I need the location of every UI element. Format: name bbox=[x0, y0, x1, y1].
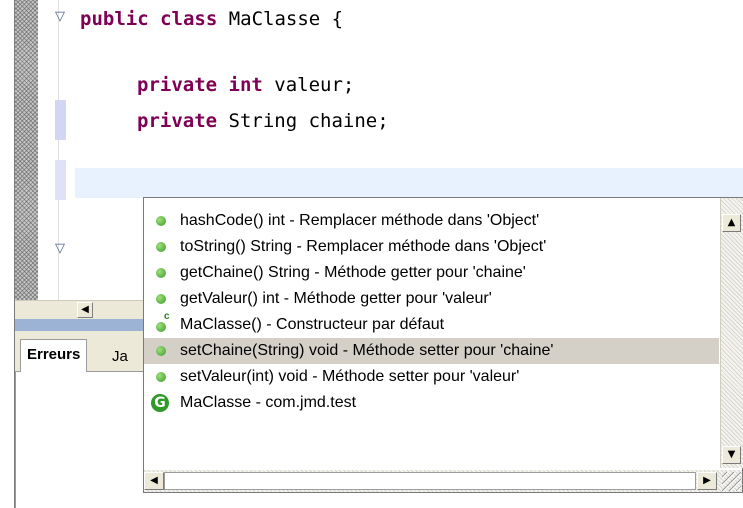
resize-grip-icon[interactable] bbox=[722, 472, 741, 491]
editor-folding-gutter bbox=[38, 0, 59, 318]
keyword-private: private bbox=[137, 110, 218, 132]
completion-item-label: setChaine(String) void - Méthode setter … bbox=[180, 342, 554, 359]
editor-overview-ruler bbox=[15, 0, 39, 318]
line-change-marker bbox=[55, 160, 66, 200]
completion-item[interactable]: hashCode() int - Remplacer méthode dans … bbox=[144, 208, 719, 234]
popup-horizontal-scrollbar[interactable]: ◀ ▶ bbox=[144, 470, 742, 492]
class-icon: G bbox=[151, 394, 169, 412]
method-icon bbox=[156, 216, 166, 226]
completion-item[interactable]: toString() String - Remplacer méthode da… bbox=[144, 234, 719, 260]
code-line-field-valeur[interactable]: private int valeur; bbox=[137, 74, 354, 96]
method-icon bbox=[156, 346, 166, 356]
field-chaine-text: String chaine; bbox=[217, 110, 389, 132]
tab-javadoc[interactable]: Ja bbox=[112, 347, 128, 367]
code-line-field-chaine[interactable]: private String chaine; bbox=[137, 110, 389, 132]
completion-item[interactable]: getValeur() int - Méthode getter pour 'v… bbox=[144, 286, 719, 312]
completion-item[interactable]: G MaClasse - com.jmd.test bbox=[144, 390, 719, 416]
fold-collapse-icon[interactable]: ▽ bbox=[55, 242, 73, 256]
scroll-left-icon[interactable]: ◀ bbox=[144, 472, 164, 490]
completion-item-label: getChaine() String - Méthode getter pour… bbox=[180, 264, 526, 281]
completion-item[interactable]: c MaClasse() - Constructeur par défaut bbox=[144, 311, 719, 338]
line-change-marker bbox=[55, 100, 66, 140]
content-assist-popup: hashCode() int - Remplacer méthode dans … bbox=[143, 197, 743, 493]
completion-item-label: toString() String - Remplacer méthode da… bbox=[180, 238, 547, 255]
fold-collapse-icon[interactable]: ▽ bbox=[55, 10, 73, 24]
scroll-up-icon[interactable]: ▲ bbox=[722, 214, 741, 232]
scroll-down-icon[interactable]: ▼ bbox=[722, 446, 741, 464]
completion-item-label: getValeur() int - Méthode getter pour 'v… bbox=[180, 290, 492, 307]
method-icon bbox=[156, 372, 166, 382]
keyword-int: int bbox=[228, 74, 263, 96]
completion-item[interactable]: setValeur(int) void - Méthode setter pou… bbox=[144, 364, 719, 390]
popup-vertical-scrollbar[interactable] bbox=[720, 198, 743, 468]
completion-item-selected[interactable]: setChaine(String) void - Méthode setter … bbox=[144, 338, 719, 364]
keyword-private: private bbox=[137, 74, 218, 96]
scroll-left-icon[interactable]: ◀ bbox=[77, 302, 93, 318]
completion-list: hashCode() int - Remplacer méthode dans … bbox=[144, 208, 719, 416]
tab-erreurs[interactable]: Erreurs bbox=[20, 339, 88, 372]
method-icon bbox=[156, 294, 166, 304]
keyword-public: public bbox=[80, 8, 149, 30]
completion-item-label: MaClasse() - Constructeur par défaut bbox=[180, 316, 445, 333]
completion-item-label: setValeur(int) void - Méthode setter pou… bbox=[180, 368, 520, 385]
code-line-class-declaration[interactable]: public class MaClasse { bbox=[80, 8, 343, 30]
completion-item[interactable]: getChaine() String - Méthode getter pour… bbox=[144, 260, 719, 286]
completion-item-label: MaClasse - com.jmd.test bbox=[180, 394, 357, 411]
class-name-text: MaClasse { bbox=[217, 8, 344, 30]
method-icon bbox=[156, 268, 166, 278]
current-line-highlight bbox=[75, 168, 743, 198]
scrollbar-thumb[interactable] bbox=[164, 472, 696, 490]
constructor-icon bbox=[156, 322, 166, 332]
completion-item-label: hashCode() int - Remplacer méthode dans … bbox=[180, 212, 540, 229]
field-valeur-text: valeur; bbox=[262, 74, 355, 96]
constructor-badge-icon: c bbox=[164, 311, 170, 322]
scroll-right-icon[interactable]: ▶ bbox=[697, 472, 717, 490]
method-icon bbox=[156, 242, 166, 252]
keyword-class: class bbox=[160, 8, 218, 30]
